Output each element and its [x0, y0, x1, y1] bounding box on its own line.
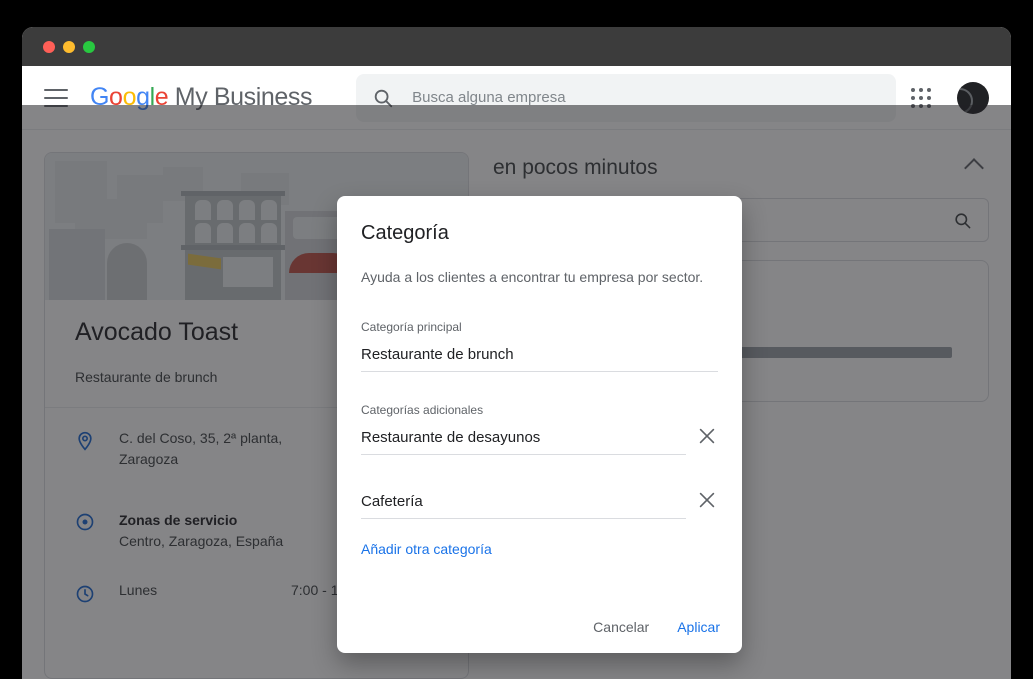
close-window-button[interactable]	[43, 40, 55, 53]
additional-categories-label: Categorías adicionales	[361, 402, 484, 417]
additional-category-row	[361, 481, 718, 519]
close-icon[interactable]	[696, 489, 718, 511]
additional-category-input-2[interactable]	[361, 486, 686, 519]
screen: Google My Business Busca alguna empresa	[0, 0, 1033, 679]
close-icon[interactable]	[696, 425, 718, 447]
app-area: Google My Business Busca alguna empresa	[22, 66, 1011, 679]
browser-window: Google My Business Busca alguna empresa	[22, 27, 1011, 679]
window-titlebar	[22, 27, 1011, 66]
additional-category-row	[361, 417, 718, 455]
minimize-window-button[interactable]	[63, 40, 75, 53]
additional-category-input-1[interactable]	[361, 422, 686, 455]
category-dialog: Categoría Ayuda a los clientes a encontr…	[337, 196, 742, 653]
search-input[interactable]: Busca alguna empresa	[412, 89, 565, 106]
cancel-button[interactable]: Cancelar	[593, 619, 649, 635]
primary-category-input[interactable]	[361, 339, 718, 372]
primary-category-label: Categoría principal	[361, 319, 462, 334]
hamburger-icon[interactable]	[44, 88, 68, 107]
dialog-title: Categoría	[361, 222, 449, 244]
dialog-actions: Cancelar Aplicar	[593, 619, 720, 635]
dialog-description: Ayuda a los clientes a encontrar tu empr…	[361, 269, 704, 285]
maximize-window-button[interactable]	[83, 40, 95, 53]
apply-button[interactable]: Aplicar	[677, 619, 720, 635]
add-another-category-link[interactable]: Añadir otra categoría	[361, 541, 492, 557]
primary-category-row	[361, 334, 718, 372]
